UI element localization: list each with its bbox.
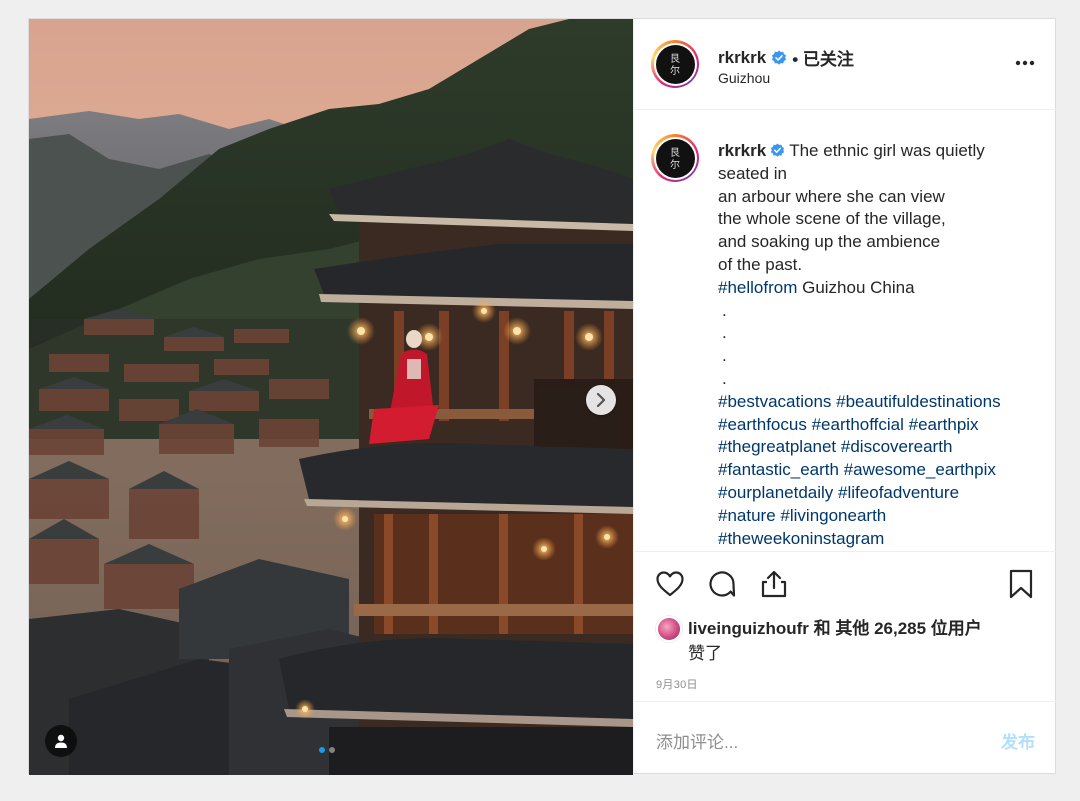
user-tag-icon <box>55 734 67 748</box>
hashtag-link[interactable]: #earthfocus <box>718 415 807 434</box>
hashtag-link[interactable]: #fantastic_earth <box>718 460 839 479</box>
hashtag-link[interactable]: #nature <box>718 506 776 525</box>
comment-bar: 添加评论... 发布 <box>634 701 1057 775</box>
author-avatar[interactable]: 艮 尔 <box>651 40 699 88</box>
hashtag-link[interactable]: #livingonearth <box>780 506 886 525</box>
hashtag-link[interactable]: #earthoffcial <box>812 415 904 434</box>
instagram-post: 艮 尔 rkrkrk • 已关注 Guizhou 艮 尔 rkrkrk The … <box>28 18 1057 775</box>
post-date[interactable]: 9月30日 <box>656 676 698 692</box>
likes-summary: liveinguizhoufr 和 其他 26,285 位用户 赞了 <box>656 616 1036 666</box>
hashtag-link[interactable]: #awesome_earthpix <box>844 460 996 479</box>
svg-text:艮: 艮 <box>670 53 680 65</box>
hashtag-link[interactable]: #discoverearth <box>841 437 953 456</box>
comment-icon[interactable] <box>706 568 738 600</box>
liker-avatar[interactable] <box>656 616 682 642</box>
caption-line: and soaking up the ambience <box>718 232 941 252</box>
caption-username[interactable]: rkrkrk <box>718 141 766 160</box>
caption-line: an arbour where she can view <box>718 186 945 206</box>
heart-icon[interactable] <box>654 568 686 600</box>
svg-text:尔: 尔 <box>670 64 680 77</box>
caption-line: of the past. <box>718 254 803 274</box>
bookmark-icon[interactable] <box>1006 568 1036 600</box>
author-username[interactable]: rkrkrk <box>718 48 766 68</box>
post-side-panel: 艮 尔 rkrkrk • 已关注 Guizhou 艮 尔 rkrkrk The … <box>633 19 1057 775</box>
svg-text:艮: 艮 <box>670 147 680 159</box>
more-options-icon[interactable] <box>1012 53 1038 73</box>
verified-badge-icon <box>771 143 785 157</box>
post-header: 艮 尔 rkrkrk • 已关注 Guizhou <box>634 19 1057 110</box>
comment-input[interactable]: 添加评论... <box>656 728 738 753</box>
caption-line: the whole scene of the village, <box>718 209 946 229</box>
likes-suffix: 赞了 <box>688 644 722 663</box>
caption-avatar[interactable]: 艮 尔 <box>651 134 699 182</box>
next-arrow-icon <box>596 393 606 407</box>
caption-area: 艮 尔 rkrkrk The ethnic girl was quietly s… <box>634 110 1057 551</box>
carousel-indicator <box>319 747 335 753</box>
post-photo[interactable] <box>29 19 633 775</box>
tagged-users-button[interactable] <box>45 725 77 757</box>
caption-dot: . <box>722 346 727 366</box>
carousel-dot <box>329 747 335 753</box>
location-link[interactable]: Guizhou <box>718 70 770 86</box>
hashtag-link[interactable]: #ourplanetdaily <box>718 483 833 502</box>
post-comment-button[interactable]: 发布 <box>1001 728 1035 753</box>
next-photo-button[interactable] <box>586 385 616 415</box>
hashtag-link[interactable]: #beautifuldestinations <box>836 392 1000 411</box>
post-actions: liveinguizhoufr 和 其他 26,285 位用户 赞了 9月30日 <box>634 551 1057 701</box>
likes-connector: 和 <box>808 619 836 638</box>
hashtag-link[interactable]: #bestvacations <box>718 392 831 411</box>
hashtag-link[interactable]: #hellofrom <box>718 278 797 297</box>
caption-dot: . <box>722 323 727 343</box>
avatar-logo-icon: 艮 尔 <box>670 147 680 171</box>
carousel-dot <box>319 747 325 753</box>
verified-badge-icon <box>772 50 787 65</box>
follow-status-button[interactable]: • 已关注 <box>792 45 854 70</box>
caption-line: Guizhou China <box>797 277 915 297</box>
hashtag-link[interactable]: #thegreatplanet <box>718 437 836 456</box>
pagoda-village-photo <box>29 19 633 775</box>
share-icon[interactable] <box>758 568 790 600</box>
avatar-logo-icon: 艮 尔 <box>670 53 680 77</box>
likes-count-link[interactable]: 其他 26,285 位用户 <box>835 619 981 638</box>
caption-dot: . <box>722 368 727 388</box>
liker-username[interactable]: liveinguizhoufr <box>688 619 809 638</box>
svg-text:尔: 尔 <box>670 158 680 171</box>
hashtag-link[interactable]: #theweekoninstagram <box>718 529 884 548</box>
caption-text: rkrkrk The ethnic girl was quietly seate… <box>718 140 1038 550</box>
hashtag-link[interactable]: #earthpix <box>909 415 979 434</box>
caption-dot: . <box>722 300 727 320</box>
hashtag-link[interactable]: #lifeofadventure <box>838 483 959 502</box>
